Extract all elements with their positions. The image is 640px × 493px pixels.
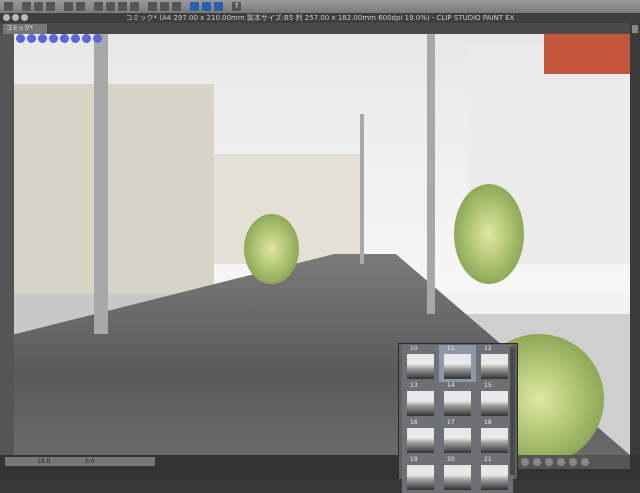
texture-icon[interactable] — [569, 458, 577, 466]
page-number: 10 — [410, 345, 418, 352]
utility-pole — [94, 34, 108, 334]
crop-icon[interactable] — [148, 2, 157, 11]
building-left — [14, 84, 214, 324]
light-icon[interactable] — [82, 34, 91, 43]
zoom-value[interactable]: 19.0 — [37, 457, 50, 466]
camera-icon[interactable] — [71, 34, 80, 43]
tree — [244, 214, 299, 284]
settings-icon[interactable] — [581, 458, 589, 466]
page-number: 12 — [484, 345, 492, 352]
window-title-bar: コミック* (A4 297.00 x 210.00mm 製本サイズ:B5 判 2… — [0, 13, 640, 23]
save-icon[interactable] — [46, 2, 55, 11]
angle-value[interactable]: 0.0 — [85, 457, 95, 466]
page-preview — [481, 428, 508, 453]
page-preview — [481, 354, 508, 379]
page-preview — [481, 465, 508, 490]
page-thumbnail[interactable]: 19 — [402, 456, 439, 493]
page-number: 14 — [447, 382, 455, 389]
page-preview — [444, 354, 471, 379]
page-thumbnail-panel: 10 11 12 13 14 15 16 17 18 19 20 21 — [398, 343, 518, 493]
ruler-snap-icon[interactable] — [190, 2, 199, 11]
command-bar: ? — [0, 0, 640, 13]
page-thumbnail[interactable]: 15 — [476, 382, 513, 419]
help-icon[interactable]: ? — [232, 2, 241, 11]
page-number: 18 — [484, 419, 492, 426]
camera-icon[interactable] — [60, 34, 69, 43]
canvas[interactable] — [14, 34, 630, 455]
maximize-icon[interactable] — [21, 14, 28, 21]
page-preview — [481, 391, 508, 416]
page-number: 20 — [447, 456, 455, 463]
move-camera-icon[interactable] — [521, 458, 529, 466]
grid-snap-icon[interactable] — [214, 2, 223, 11]
page-thumbnail[interactable]: 16 — [402, 419, 439, 456]
page-preview — [407, 354, 434, 379]
page-thumbnail[interactable]: 11 — [439, 345, 476, 382]
page-thumbnail[interactable]: 17 — [439, 419, 476, 456]
roof-right — [544, 34, 630, 74]
minimize-icon[interactable] — [12, 14, 19, 21]
object-icon[interactable] — [93, 34, 102, 43]
fill-icon[interactable] — [160, 2, 169, 11]
page-preview — [444, 465, 471, 490]
flag-icon[interactable] — [38, 34, 47, 43]
page-preview — [407, 465, 434, 490]
page-thumbnail[interactable]: 14 — [439, 382, 476, 419]
color-icon[interactable] — [172, 2, 181, 11]
page-number: 13 — [410, 382, 418, 389]
page-thumbnail[interactable]: 21 — [476, 456, 513, 493]
page-preview — [444, 428, 471, 453]
vertical-scrollbar[interactable] — [630, 23, 640, 455]
tab-comic[interactable]: コミック* — [3, 24, 47, 34]
page-preview — [407, 428, 434, 453]
page-thumbnail[interactable]: 10 — [402, 345, 439, 382]
left-panel-strip — [0, 34, 14, 455]
page-number: 21 — [484, 456, 492, 463]
select-all-icon[interactable] — [94, 2, 103, 11]
window-title: コミック* (A4 297.00 x 210.00mm 製本サイズ:B5 判 2… — [125, 14, 515, 22]
redo-icon[interactable] — [76, 2, 85, 11]
clear-icon[interactable] — [118, 2, 127, 11]
page-number: 17 — [447, 419, 455, 426]
undo-icon[interactable] — [64, 2, 73, 11]
canvas-controls — [16, 34, 102, 43]
figure-icon[interactable] — [533, 458, 541, 466]
close-icon[interactable] — [3, 14, 10, 21]
page-number: 16 — [410, 419, 418, 426]
utility-pole — [427, 34, 435, 314]
open-file-icon[interactable] — [34, 2, 43, 11]
deselect-icon[interactable] — [130, 2, 139, 11]
page-number: 19 — [410, 456, 418, 463]
page-thumbnail[interactable]: 12 — [476, 345, 513, 382]
rotate-icon[interactable] — [16, 34, 25, 43]
rotate-icon[interactable] — [545, 458, 553, 466]
page-number: 11 — [447, 345, 455, 352]
page-number: 15 — [484, 382, 492, 389]
new-file-icon[interactable] — [22, 2, 31, 11]
page-thumbnail[interactable]: 20 — [439, 456, 476, 493]
app-icon[interactable] — [4, 2, 13, 11]
transform-icon[interactable] — [106, 2, 115, 11]
tree — [454, 184, 524, 284]
page-preview — [444, 391, 471, 416]
page-preview — [407, 391, 434, 416]
page-thumbnail[interactable]: 13 — [402, 382, 439, 419]
special-ruler-snap-icon[interactable] — [202, 2, 211, 11]
move-icon[interactable] — [49, 34, 58, 43]
object-launcher — [517, 455, 630, 469]
tab-bar: コミック* — [0, 23, 640, 34]
thumbnail-scrollbar[interactable] — [510, 347, 515, 475]
zoom-control[interactable]: 19.0 0.0 — [5, 457, 155, 466]
move-icon[interactable] — [27, 34, 36, 43]
page-thumbnail[interactable]: 18 — [476, 419, 513, 456]
utility-pole — [360, 114, 364, 264]
reset-icon[interactable] — [557, 458, 565, 466]
